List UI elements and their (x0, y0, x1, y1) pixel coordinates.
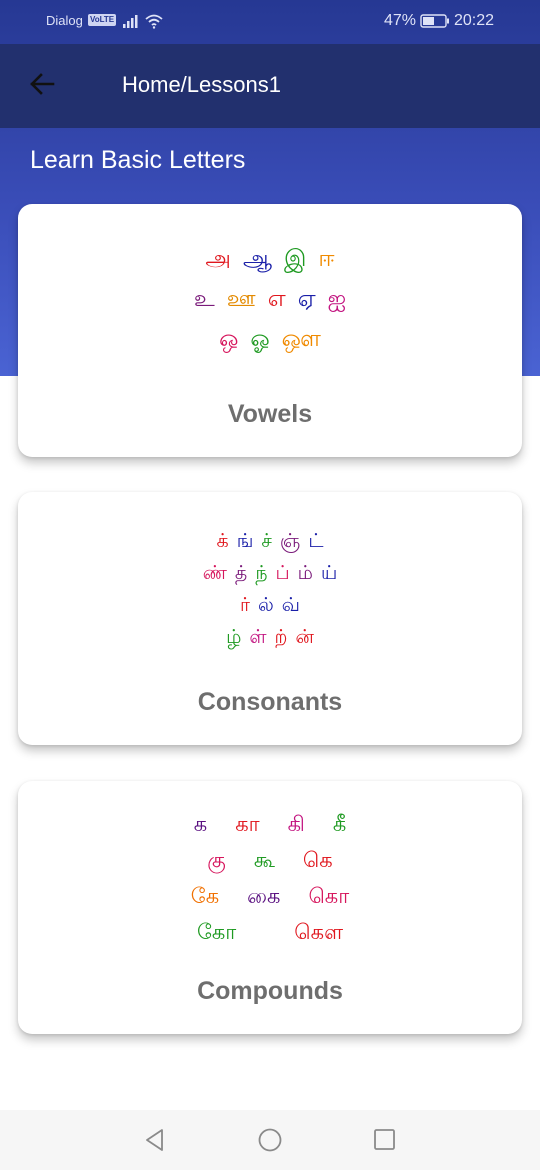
vowels-card[interactable]: அஆஇஈஉஊஎஏஐஒஓஔ Vowels (18, 204, 522, 457)
tamil-letter: கே (190, 883, 220, 908)
letter-row: க கா கி கீ (18, 807, 522, 843)
tamil-letter: இ (284, 245, 307, 272)
letter-row: உஊஎஏஐ (18, 280, 522, 320)
tamil-letter: ப் (275, 561, 290, 584)
carrier-name: Dialog (46, 13, 83, 28)
triangle-back-icon[interactable] (141, 1126, 169, 1154)
compounds-letters: க கா கி கீ கு கூ கெ கே கை கொ கோ கௌ (18, 807, 522, 951)
volte-badge: VoLTE (88, 14, 117, 26)
tamil-letter: ண் (202, 561, 227, 584)
back-button[interactable] (22, 64, 62, 104)
tamil-letter: கீ (332, 811, 347, 836)
letter-row: ழ் ள் ற் ன் (18, 622, 522, 654)
tamil-letter: ன் (295, 625, 314, 648)
letter-row: ர் ல் வ் (18, 590, 522, 622)
tamil-letter: ஊ (226, 285, 256, 312)
compounds-card[interactable]: க கா கி கீ கு கூ கெ கே கை கொ கோ கௌ Compounds (18, 781, 522, 1034)
tamil-letter: உ (193, 285, 215, 312)
tamil-letter: ள் (249, 625, 267, 648)
tamil-letter: ந் (255, 561, 268, 584)
tamil-letter: கு (207, 847, 226, 872)
consonants-label: Consonants (197, 688, 343, 716)
clock: 20:22 (454, 12, 495, 29)
tamil-letter: எ (267, 285, 286, 312)
tamil-letter: ஒ (219, 325, 239, 352)
letter-row: ண் த் ந் ப் ம் ய் (18, 558, 522, 590)
letter-row: அஆஇஈ (18, 240, 522, 280)
tamil-letter: ஐ (327, 285, 347, 312)
tamil-letter: க் (216, 529, 229, 552)
battery-percent: 47% (384, 12, 417, 29)
consonants-card[interactable]: க் ங் ச் ஞ் ட் ண் த் ந் ப் ம் ய் ர் ல் வ் ழ் ள் ற் ன் Con… (18, 492, 522, 745)
arrow-left-icon (30, 73, 55, 95)
consonants-letters: க் ங் ச் ஞ் ட் ண் த் ந் ப் ம் ய் ர் ல் வ் ழ் ள் ற் ன் (18, 526, 522, 654)
page-title: Home/Lessons1 (122, 72, 281, 97)
signal-icon (123, 15, 138, 28)
tamil-letter: ஈ (318, 245, 335, 272)
tamil-letter: ர் (240, 593, 250, 616)
tamil-letter: வ் (281, 593, 300, 616)
tamil-letter: ஔ (281, 325, 321, 352)
tamil-letter: ம் (297, 561, 313, 584)
tamil-letter: ய் (320, 561, 338, 584)
tamil-letter: ழ் (226, 625, 242, 648)
tamil-letter: த் (234, 561, 248, 584)
tamil-letter: ஓ (250, 325, 270, 352)
tamil-letter: கௌ (294, 919, 344, 944)
tamil-letter: கெ (302, 847, 333, 872)
wifi-icon (145, 14, 163, 29)
tamil-letter: க (193, 811, 208, 836)
letter-row: கு கூ கெ (18, 843, 522, 879)
section-heading: Learn Basic Letters (30, 146, 246, 174)
tamil-letter: ச் (261, 529, 272, 552)
vowels-letters: அஆஇஈஉஊஎஏஐஒஓஔ (18, 240, 522, 360)
tamil-letter: கூ (253, 847, 275, 872)
compounds-label: Compounds (197, 977, 343, 1005)
circle-home-icon[interactable] (256, 1126, 284, 1154)
tamil-letter: கா (235, 811, 260, 836)
tamil-letter: ஆ (242, 245, 273, 272)
battery-icon (420, 14, 449, 28)
vowels-label: Vowels (227, 400, 313, 428)
letter-row: ஒஓஔ (18, 320, 522, 360)
tamil-letter: ல் (257, 593, 274, 616)
status-bar: Dialog VoLTE 47% 20:22 (0, 0, 540, 44)
tamil-letter: அ (205, 245, 231, 272)
tamil-letter: ற் (274, 625, 288, 648)
tamil-letter: ஏ (297, 285, 316, 312)
tamil-letter: ட் (308, 529, 324, 552)
tamil-letter: கோ (196, 919, 237, 944)
system-nav-bar (0, 1110, 540, 1170)
square-recents-icon[interactable] (371, 1126, 399, 1154)
tamil-letter: ஞ் (279, 529, 301, 552)
tamil-letter: ங் (236, 529, 254, 552)
letter-row: க் ங் ச் ஞ் ட் (18, 526, 522, 558)
letter-row: கோ கௌ (18, 915, 522, 951)
tamil-letter: கி (287, 811, 305, 836)
letter-row: கே கை கொ (18, 879, 522, 915)
tamil-letter: கொ (308, 883, 350, 908)
app-bar: Home/Lessons1 (0, 44, 540, 128)
tamil-letter: கை (247, 883, 281, 908)
